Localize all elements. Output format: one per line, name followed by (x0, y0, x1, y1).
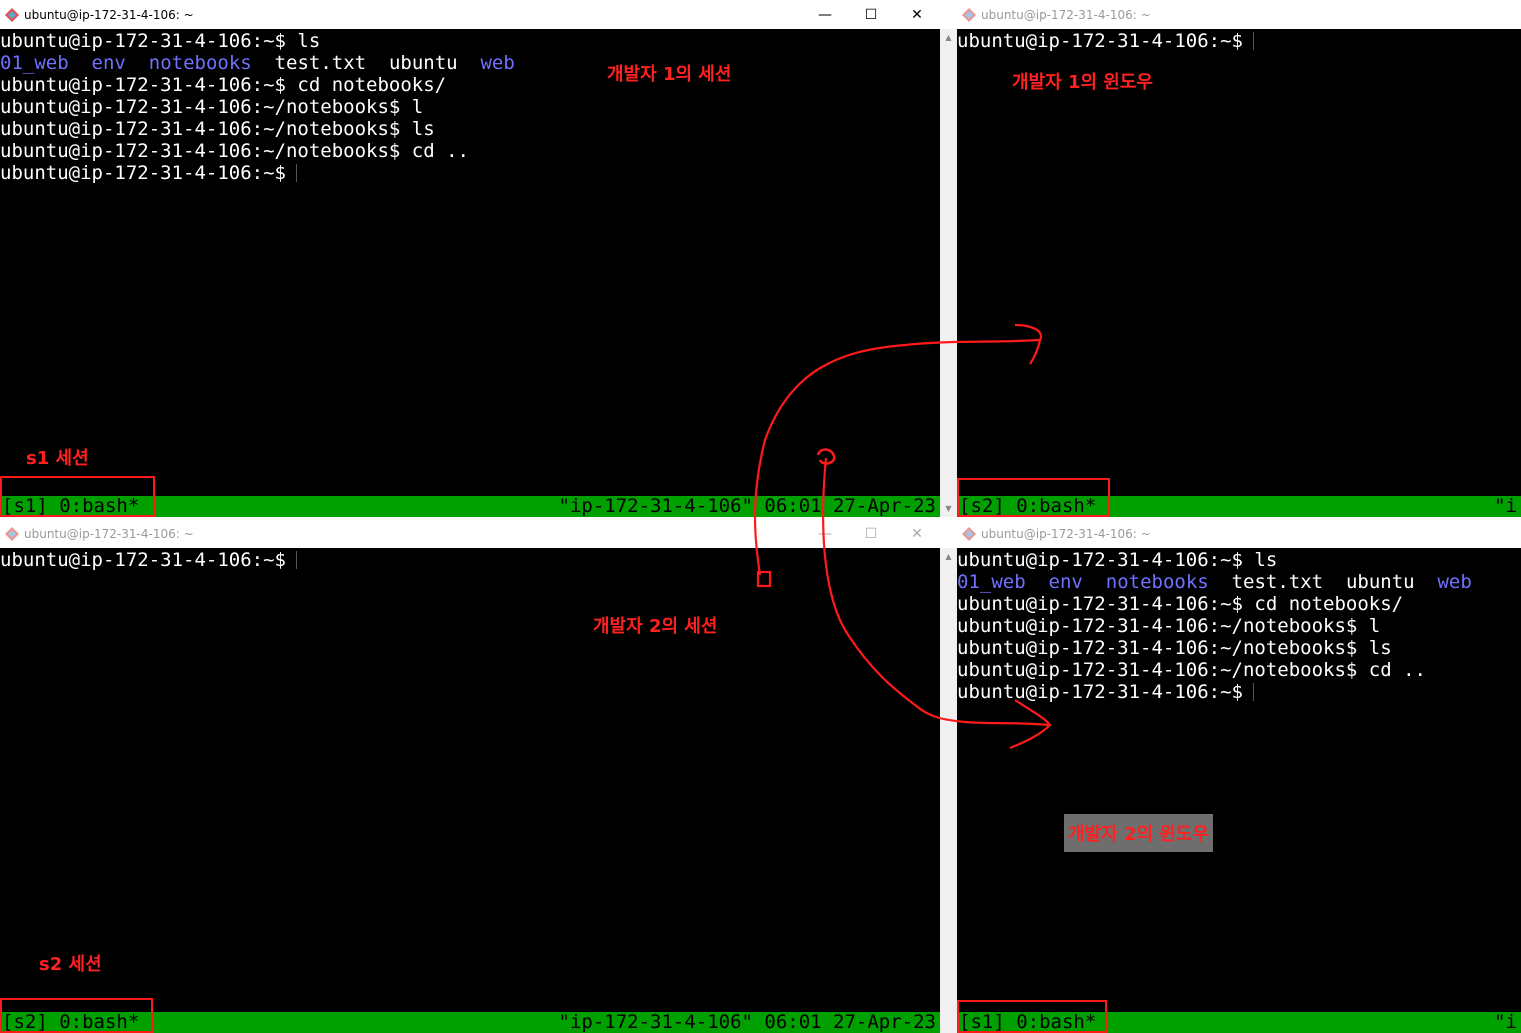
hand-drawn-arrows (753, 323, 1052, 750)
arrowhead-dev1-window (1014, 323, 1043, 365)
arrow-to-dev1-window (753, 338, 1041, 576)
arrow-to-dev2-window (822, 457, 1051, 727)
